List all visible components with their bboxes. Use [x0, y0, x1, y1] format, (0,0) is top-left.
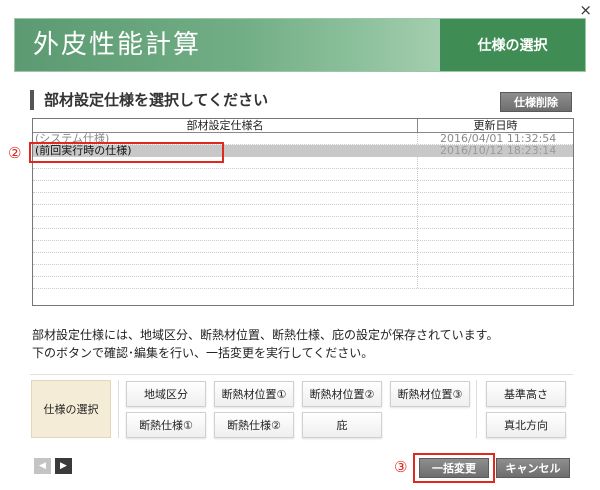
row-updated: 2016/10/12 18:23:14 [440, 145, 557, 156]
insulation-position-1-button[interactable]: 断熱材位置① [214, 381, 294, 407]
table-header: 部材設定仕様名 更新日時 [33, 119, 573, 133]
table-row-empty [33, 181, 573, 193]
table-row-empty [33, 169, 573, 181]
table-row-empty [33, 229, 573, 241]
table-row-empty [33, 241, 573, 253]
description-line-2: 下のボタンで確認･編集を行い、一括変更を実行してください。 [32, 346, 374, 360]
table-row-empty [33, 253, 573, 265]
true-north-button[interactable]: 真北方向 [486, 412, 566, 438]
header-banner: 外皮性能計算 仕様の選択 [14, 18, 586, 72]
app-title: 外皮性能計算 [33, 30, 202, 60]
batch-change-button[interactable]: 一括変更 [419, 458, 489, 478]
base-height-button[interactable]: 基準高さ [486, 381, 566, 407]
table-row-empty [33, 265, 573, 277]
table-row-empty [33, 193, 573, 205]
next-page-icon[interactable]: ▶ [55, 458, 72, 474]
description-text: 部材設定仕様には、地域区分、断熱材位置、断熱仕様、庇の設定が保存されています。 … [32, 326, 498, 362]
eave-button[interactable]: 庇 [302, 412, 382, 438]
annotation-step2-marker: ② [8, 144, 22, 162]
annotation-step3-marker: ③ [394, 458, 408, 476]
delete-spec-button[interactable]: 仕様削除 [500, 92, 572, 112]
spec-select-tab[interactable]: 仕様の選択 [31, 380, 111, 438]
cancel-button[interactable]: キャンセル [496, 458, 570, 478]
insulation-position-2-button[interactable]: 断熱材位置② [302, 381, 382, 407]
current-step-label: 仕様の選択 [440, 19, 585, 71]
row-updated: 2016/04/01 11:32:54 [440, 133, 557, 144]
table-row-empty [33, 205, 573, 217]
section-heading: 部材設定仕様を選択してください [30, 90, 268, 110]
column-header-updated[interactable]: 更新日時 [418, 119, 573, 132]
column-header-name[interactable]: 部材設定仕様名 [33, 119, 418, 132]
insulation-spec-2-button[interactable]: 断熱仕様② [214, 412, 294, 438]
close-icon[interactable]: × [579, 0, 592, 20]
divider [118, 380, 119, 438]
annotation-step2-box [29, 142, 224, 163]
region-button[interactable]: 地域区分 [126, 381, 206, 407]
prev-page-icon[interactable]: ◀ [34, 458, 51, 474]
table-row-empty [33, 277, 573, 289]
description-line-1: 部材設定仕様には、地域区分、断熱材位置、断熱仕様、庇の設定が保存されています。 [32, 328, 499, 342]
divider [476, 380, 477, 438]
insulation-spec-1-button[interactable]: 断熱仕様① [126, 412, 206, 438]
insulation-position-3-button[interactable]: 断熱材位置③ [390, 381, 470, 407]
table-row-empty [33, 217, 573, 229]
